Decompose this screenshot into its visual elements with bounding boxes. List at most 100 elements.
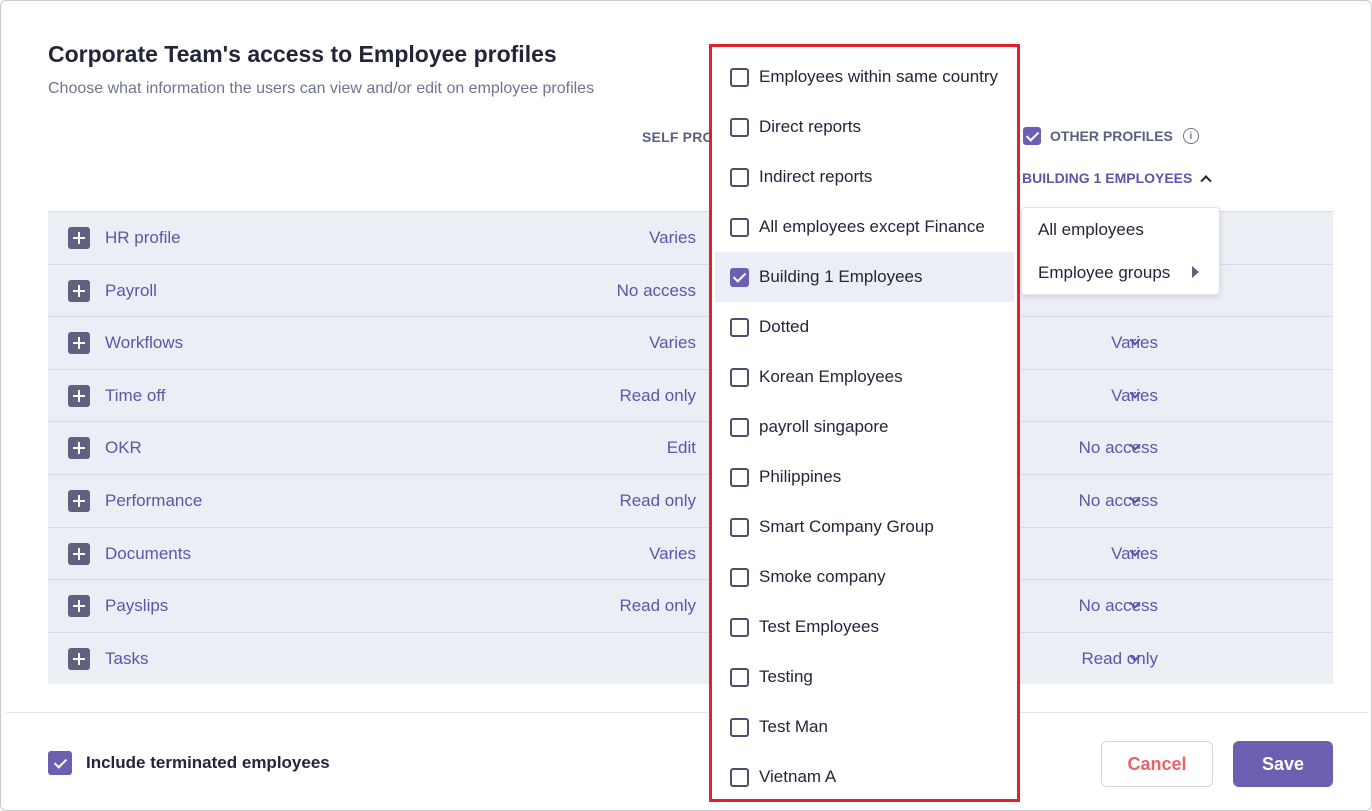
expand-plus-icon[interactable]	[68, 647, 90, 670]
expand-plus-icon[interactable]	[68, 595, 90, 618]
permissions-panel: Corporate Team's access to Employee prof…	[0, 0, 1372, 811]
table-row: Documents Varies Varies	[48, 526, 1333, 580]
other-access-value[interactable]: Varies	[1048, 333, 1158, 353]
expand-plus-icon[interactable]	[68, 384, 90, 407]
other-access-value[interactable]: No access	[1048, 438, 1158, 458]
group-checkbox[interactable]	[730, 367, 749, 387]
other-access-value[interactable]: Read only	[1048, 649, 1158, 669]
group-checkbox[interactable]	[730, 517, 749, 537]
group-label: Vietnam A	[759, 767, 837, 786]
group-option[interactable]: Korean Employees	[715, 352, 1014, 402]
group-label: Korean Employees	[759, 367, 903, 386]
row-label: HR profile	[105, 228, 181, 247]
group-label: Test Man	[759, 717, 828, 736]
page-title: Corporate Team's access to Employee prof…	[48, 41, 557, 67]
include-terminated-label: Include terminated employees	[86, 753, 330, 772]
self-access-value[interactable]: Varies	[649, 333, 696, 353]
other-access-value[interactable]: Varies	[1048, 386, 1158, 406]
table-row: Workflows Varies Varies	[48, 316, 1333, 369]
group-checkbox[interactable]	[730, 617, 749, 637]
expand-plus-icon[interactable]	[68, 332, 90, 355]
group-checkbox[interactable]	[730, 567, 749, 587]
group-option[interactable]: Employees within same country	[715, 52, 1014, 102]
scope-menu-item-employee-groups[interactable]: Employee groups	[1038, 263, 1170, 283]
self-access-value[interactable]: Varies	[649, 228, 696, 248]
scope-menu: All employees Employee groups	[1021, 207, 1220, 295]
employee-groups-menu: Employees within same country Direct repo…	[709, 44, 1020, 802]
footer-divider	[6, 712, 1368, 713]
row-label: Tasks	[105, 648, 149, 668]
expand-plus-icon[interactable]	[68, 542, 90, 565]
group-checkbox[interactable]	[730, 417, 749, 437]
table-row: Time off Read only Varies	[48, 368, 1333, 422]
include-terminated-option[interactable]: Include terminated employees	[48, 751, 330, 775]
group-option[interactable]: Vietnam A	[715, 752, 1014, 802]
row-label: Performance	[105, 490, 203, 510]
chevron-up-icon	[1200, 175, 1213, 187]
group-option[interactable]: Indirect reports	[715, 152, 1014, 202]
group-checkbox[interactable]	[730, 67, 749, 87]
cancel-button[interactable]: Cancel	[1101, 741, 1213, 787]
expand-plus-icon[interactable]	[68, 489, 90, 512]
group-option[interactable]: Dotted	[715, 302, 1014, 352]
info-icon[interactable]: i	[1182, 128, 1199, 144]
group-option[interactable]: Philippines	[715, 452, 1014, 502]
other-access-value[interactable]: Varies	[1048, 544, 1158, 564]
other-access-value[interactable]: No access	[1048, 491, 1158, 511]
group-checkbox[interactable]	[730, 267, 749, 287]
row-label: OKR	[105, 438, 142, 458]
row-label: Payroll	[105, 280, 157, 300]
self-access-value[interactable]: No access	[617, 281, 696, 301]
self-access-value[interactable]: Varies	[649, 544, 696, 564]
group-label: All employees except Finance	[759, 217, 985, 236]
scope-menu-item-all-employees[interactable]: All employees	[1038, 220, 1144, 240]
row-label: Time off	[105, 385, 166, 405]
group-option[interactable]: Smoke company	[715, 552, 1014, 602]
other-access-value[interactable]: No access	[1048, 596, 1158, 616]
row-label: Workflows	[105, 333, 184, 353]
group-option[interactable]: All employees except Finance	[715, 202, 1014, 252]
group-option[interactable]: Building 1 Employees	[715, 252, 1014, 302]
group-label: Smoke company	[759, 567, 886, 586]
group-checkbox[interactable]	[730, 467, 749, 487]
page-subtitle: Choose what information the users can vi…	[48, 80, 595, 97]
table-row: Payslips Read only No access	[48, 579, 1333, 632]
group-label: payroll singapore	[759, 417, 889, 436]
group-option[interactable]: Smart Company Group	[715, 502, 1014, 552]
group-checkbox[interactable]	[730, 167, 749, 187]
row-label: Payslips	[105, 596, 169, 616]
group-checkbox[interactable]	[730, 317, 749, 337]
group-label: Building 1 Employees	[759, 267, 923, 286]
expand-plus-icon[interactable]	[68, 437, 90, 460]
group-option[interactable]: Testing	[715, 652, 1014, 702]
self-access-value[interactable]: Read only	[619, 596, 696, 616]
group-label: Philippines	[759, 467, 842, 486]
group-checkbox[interactable]	[730, 117, 749, 137]
table-row: OKR Edit No access	[48, 421, 1333, 474]
self-access-value[interactable]: Edit	[667, 438, 696, 458]
self-access-value[interactable]: Read only	[619, 491, 696, 511]
other-profiles-header: OTHER PROFILES i	[1023, 127, 1199, 145]
scope-dropdown[interactable]: BUILDING 1 EMPLOYEES	[1022, 170, 1213, 187]
expand-plus-icon[interactable]	[68, 279, 90, 302]
group-option[interactable]: Test Employees	[715, 602, 1014, 652]
group-label: Dotted	[759, 317, 810, 336]
other-profiles-checkbox[interactable]	[1023, 127, 1041, 145]
group-option[interactable]: Test Man	[715, 702, 1014, 752]
caret-right-icon	[1192, 266, 1199, 278]
table-row: Tasks Read only	[48, 631, 1333, 685]
scope-label: BUILDING 1 EMPLOYEES	[1022, 170, 1193, 186]
row-label: Documents	[105, 543, 191, 563]
save-button[interactable]: Save	[1233, 741, 1333, 787]
group-checkbox[interactable]	[730, 767, 749, 787]
self-profile-column-header: SELF PROFILE	[642, 129, 712, 145]
include-terminated-checkbox[interactable]	[48, 751, 72, 775]
group-checkbox[interactable]	[730, 217, 749, 237]
group-option[interactable]: Direct reports	[715, 102, 1014, 152]
self-access-value[interactable]: Read only	[619, 386, 696, 406]
group-checkbox[interactable]	[730, 717, 749, 737]
other-profiles-label: OTHER PROFILES	[1050, 128, 1173, 144]
expand-plus-icon[interactable]	[68, 227, 90, 249]
group-checkbox[interactable]	[730, 667, 749, 687]
group-option[interactable]: payroll singapore	[715, 402, 1014, 452]
